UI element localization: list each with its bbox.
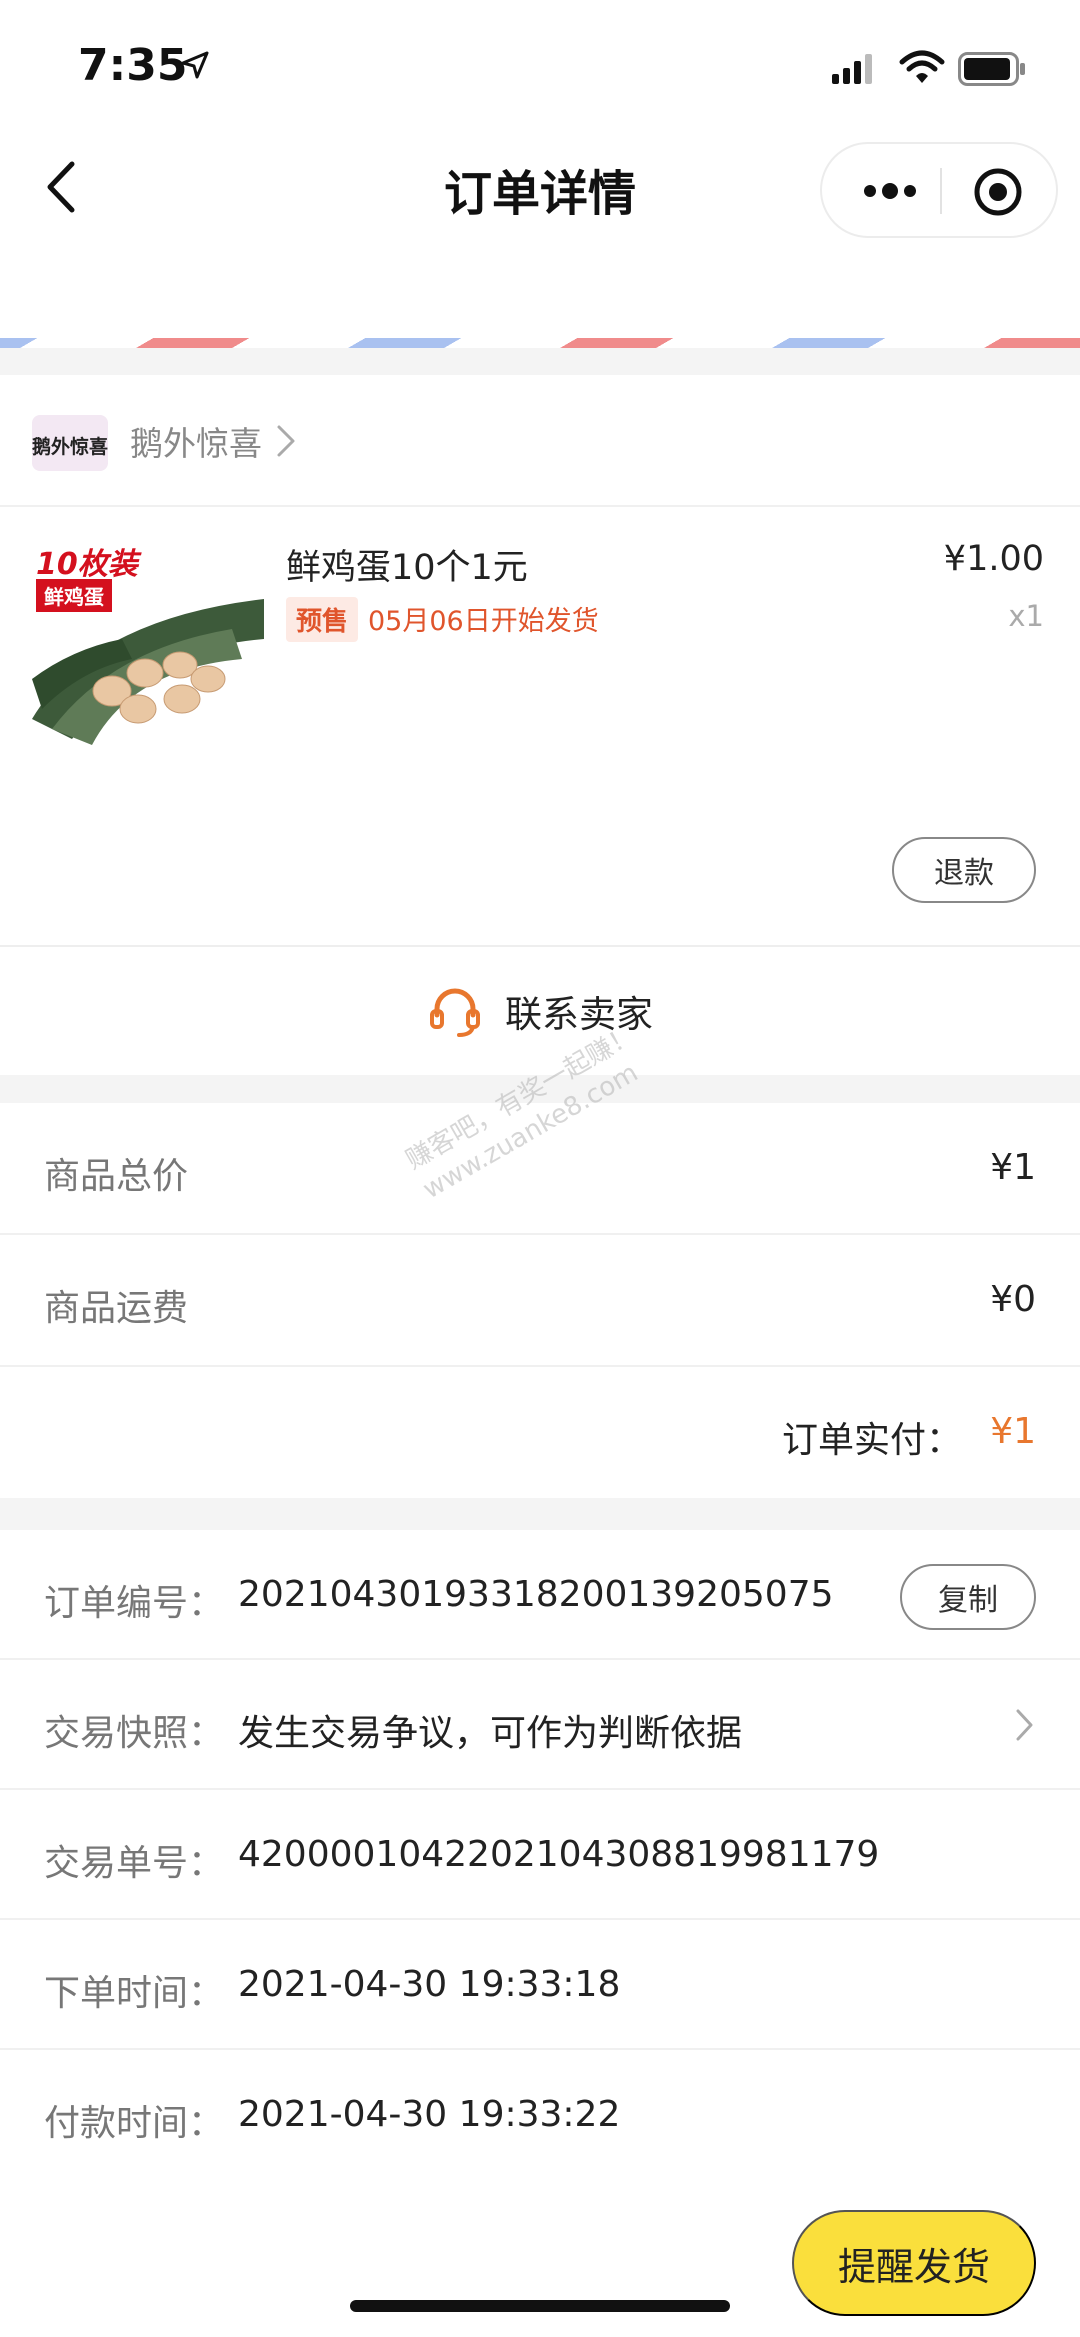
amount-paid-label: 订单实付： bbox=[781, 1420, 962, 1461]
order-time-value: 2021-04-30 19:33:18 bbox=[238, 1964, 621, 2005]
store-logo: 鹅外惊喜 bbox=[32, 415, 108, 471]
cellular-signal-icon bbox=[832, 54, 872, 84]
product-item[interactable]: 10枚装 鲜鸡蛋 鲜鸡蛋10个1元 预售 05月06日开始发货 ¥1.00 x1… bbox=[0, 507, 1080, 945]
ship-date: 05月06日开始发货 bbox=[368, 606, 599, 637]
trade-snapshot-value: 发生交易争议，可作为判断依据 bbox=[238, 1713, 743, 1754]
shipping-fee-row: 商品运费 ¥0 bbox=[0, 1235, 1080, 1367]
order-number-row: 订单编号： 20210430193318200139205075 复制 bbox=[0, 1530, 1080, 1660]
order-time-row: 下单时间： 2021-04-30 19:33:18 bbox=[0, 1920, 1080, 2050]
chevron-right-icon bbox=[277, 425, 295, 457]
shipping-fee-value: ¥0 bbox=[990, 1279, 1036, 1320]
capsule-divider bbox=[940, 168, 942, 214]
shipping-fee-label: 商品运费 bbox=[44, 1288, 189, 1329]
total-price-value: ¥1 bbox=[990, 1147, 1036, 1188]
contact-seller-button[interactable]: 联系卖家 bbox=[0, 945, 1080, 1075]
airmail-border bbox=[0, 338, 1080, 348]
presale-badge: 预售 bbox=[286, 597, 359, 642]
headset-icon bbox=[430, 988, 480, 1037]
product-promo-tag: 10枚装 bbox=[36, 547, 138, 582]
top-strip bbox=[0, 252, 1080, 347]
transaction-number-row: 交易单号： 4200001042202104308819981179 bbox=[0, 1790, 1080, 1920]
product-image: 10枚装 鲜鸡蛋 bbox=[32, 539, 264, 745]
order-number-label: 订单编号： bbox=[44, 1583, 225, 1624]
amount-paid-value: ¥1 bbox=[990, 1411, 1036, 1452]
battery-icon bbox=[958, 52, 1025, 86]
total-price-label: 商品总价 bbox=[44, 1156, 189, 1197]
location-arrow-icon bbox=[181, 51, 209, 79]
transaction-number-value: 4200001042202104308819981179 bbox=[238, 1834, 880, 1875]
copy-button[interactable]: 复制 bbox=[900, 1564, 1036, 1630]
trade-snapshot-row[interactable]: 交易快照： 发生交易争议，可作为判断依据 bbox=[0, 1660, 1080, 1790]
product-title: 鲜鸡蛋10个1元 bbox=[286, 548, 528, 588]
product-quantity: x1 bbox=[1008, 599, 1044, 633]
trade-snapshot-label: 交易快照： bbox=[44, 1713, 225, 1754]
home-indicator bbox=[350, 2300, 730, 2312]
price-summary: 商品总价 ¥1 商品运费 ¥0 订单实付： ¥1 bbox=[0, 1103, 1080, 1498]
order-time-label: 下单时间： bbox=[44, 1973, 225, 2014]
close-target-icon[interactable] bbox=[972, 166, 1024, 218]
refund-button[interactable]: 退款 bbox=[892, 837, 1036, 903]
miniprogram-capsule bbox=[820, 142, 1058, 238]
status-time: 7:35 bbox=[78, 40, 188, 91]
store-name: 鹅外惊喜 bbox=[130, 424, 262, 463]
wifi-icon bbox=[899, 50, 945, 83]
product-promo-sub: 鲜鸡蛋 bbox=[36, 579, 112, 612]
order-number-value: 20210430193318200139205075 bbox=[238, 1574, 834, 1615]
payment-time-row: 付款时间： 2021-04-30 19:33:22 bbox=[0, 2050, 1080, 2180]
nav-bar: 订单详情 bbox=[0, 130, 1080, 252]
payment-time-value: 2021-04-30 19:33:22 bbox=[238, 2094, 621, 2135]
more-icon[interactable] bbox=[860, 176, 920, 206]
remind-shipping-button[interactable]: 提醒发货 bbox=[792, 2210, 1036, 2316]
amount-paid-row: 订单实付： ¥1 bbox=[0, 1367, 1080, 1498]
status-bar: 7:35 bbox=[0, 0, 1080, 130]
store-header[interactable]: 鹅外惊喜 鹅外惊喜 bbox=[0, 375, 1080, 507]
product-price: ¥1.00 bbox=[943, 539, 1044, 579]
payment-time-label: 付款时间： bbox=[44, 2103, 225, 2144]
transaction-number-label: 交易单号： bbox=[44, 1843, 225, 1884]
chevron-right-icon bbox=[1016, 1709, 1033, 1741]
store-logo-text: 鹅外惊喜 bbox=[32, 435, 108, 458]
